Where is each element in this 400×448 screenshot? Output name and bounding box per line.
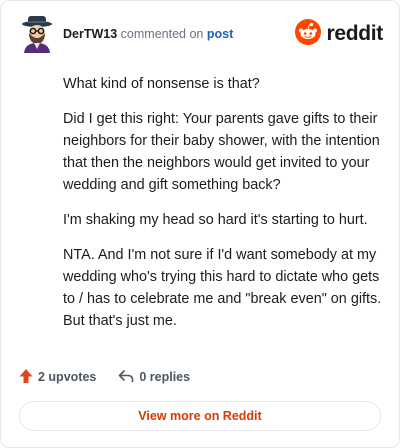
upvote-count[interactable]: 2 upvotes <box>19 368 96 387</box>
embedded-comment-card: DerTW13 commented on post reddit What ki… <box>0 0 400 448</box>
reddit-snoo-icon <box>295 18 322 50</box>
reply-label: 0 replies <box>139 370 191 384</box>
upvote-label: 2 upvotes <box>38 370 97 384</box>
author-username[interactable]: DerTW13 <box>63 27 117 41</box>
comment-body: What kind of nonsense is that? Did I get… <box>63 73 385 345</box>
action-text: commented on <box>120 27 204 41</box>
comment-paragraph: NTA. And I'm not sure if I'd want somebo… <box>63 247 382 329</box>
reddit-logo[interactable]: reddit <box>295 18 383 50</box>
reddit-wordmark: reddit <box>326 22 383 45</box>
comment-paragraph: I'm shaking my head so hard it's startin… <box>63 212 368 228</box>
comment-paragraph: Did I get this right: Your parents gave … <box>63 111 380 193</box>
post-link[interactable]: post <box>207 27 233 41</box>
comment-paragraph: What kind of nonsense is that? <box>63 76 260 92</box>
comment-header: DerTW13 commented on post reddit <box>19 15 383 55</box>
comment-meta: DerTW13 commented on post <box>63 27 233 41</box>
reply-arrow-icon <box>118 369 139 386</box>
view-more-button[interactable]: View more on Reddit <box>19 401 381 431</box>
user-avatar[interactable] <box>19 15 55 53</box>
comment-stats: 2 upvotes 0 replies <box>19 367 190 387</box>
upvote-arrow-icon <box>19 368 38 387</box>
reply-count[interactable]: 0 replies <box>118 369 190 386</box>
